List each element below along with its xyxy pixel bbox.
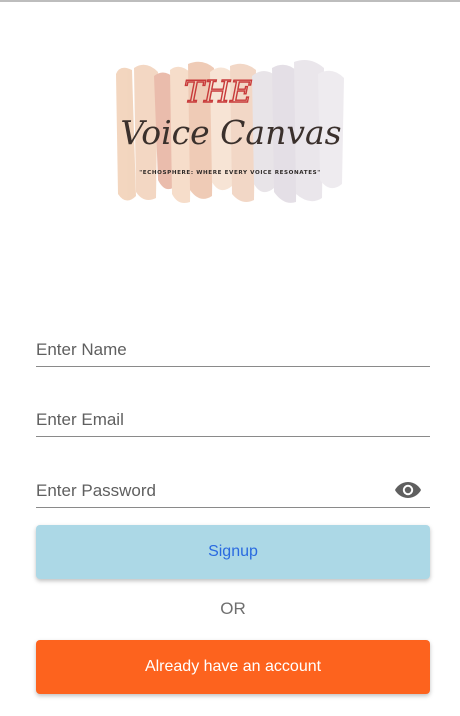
already-have-account-label: Already have an account [144, 658, 322, 675]
password-input[interactable] [36, 468, 386, 507]
signup-button[interactable]: Signup [36, 525, 430, 579]
email-input[interactable] [36, 397, 430, 436]
signup-button-label: Signup [208, 543, 258, 560]
name-field [36, 327, 430, 367]
brand-logo: THE Voice Canvas "ECHOSPHERE: WHERE EVER… [106, 56, 356, 206]
name-input[interactable] [36, 327, 430, 366]
logo-tagline: "ECHOSPHERE: WHERE EVERY VOICE RESONATES… [139, 170, 321, 176]
email-field [36, 397, 430, 437]
logo-line1: THE [184, 75, 252, 110]
logo-artwork: THE Voice Canvas "ECHOSPHERE: WHERE EVER… [116, 60, 344, 203]
password-field [36, 468, 430, 508]
already-have-account-button[interactable]: Already have an account [36, 640, 430, 694]
top-border [0, 0, 460, 2]
eye-icon[interactable] [394, 479, 422, 501]
or-divider-label: OR [220, 599, 246, 618]
logo-line2: Voice Canvas [120, 113, 341, 152]
